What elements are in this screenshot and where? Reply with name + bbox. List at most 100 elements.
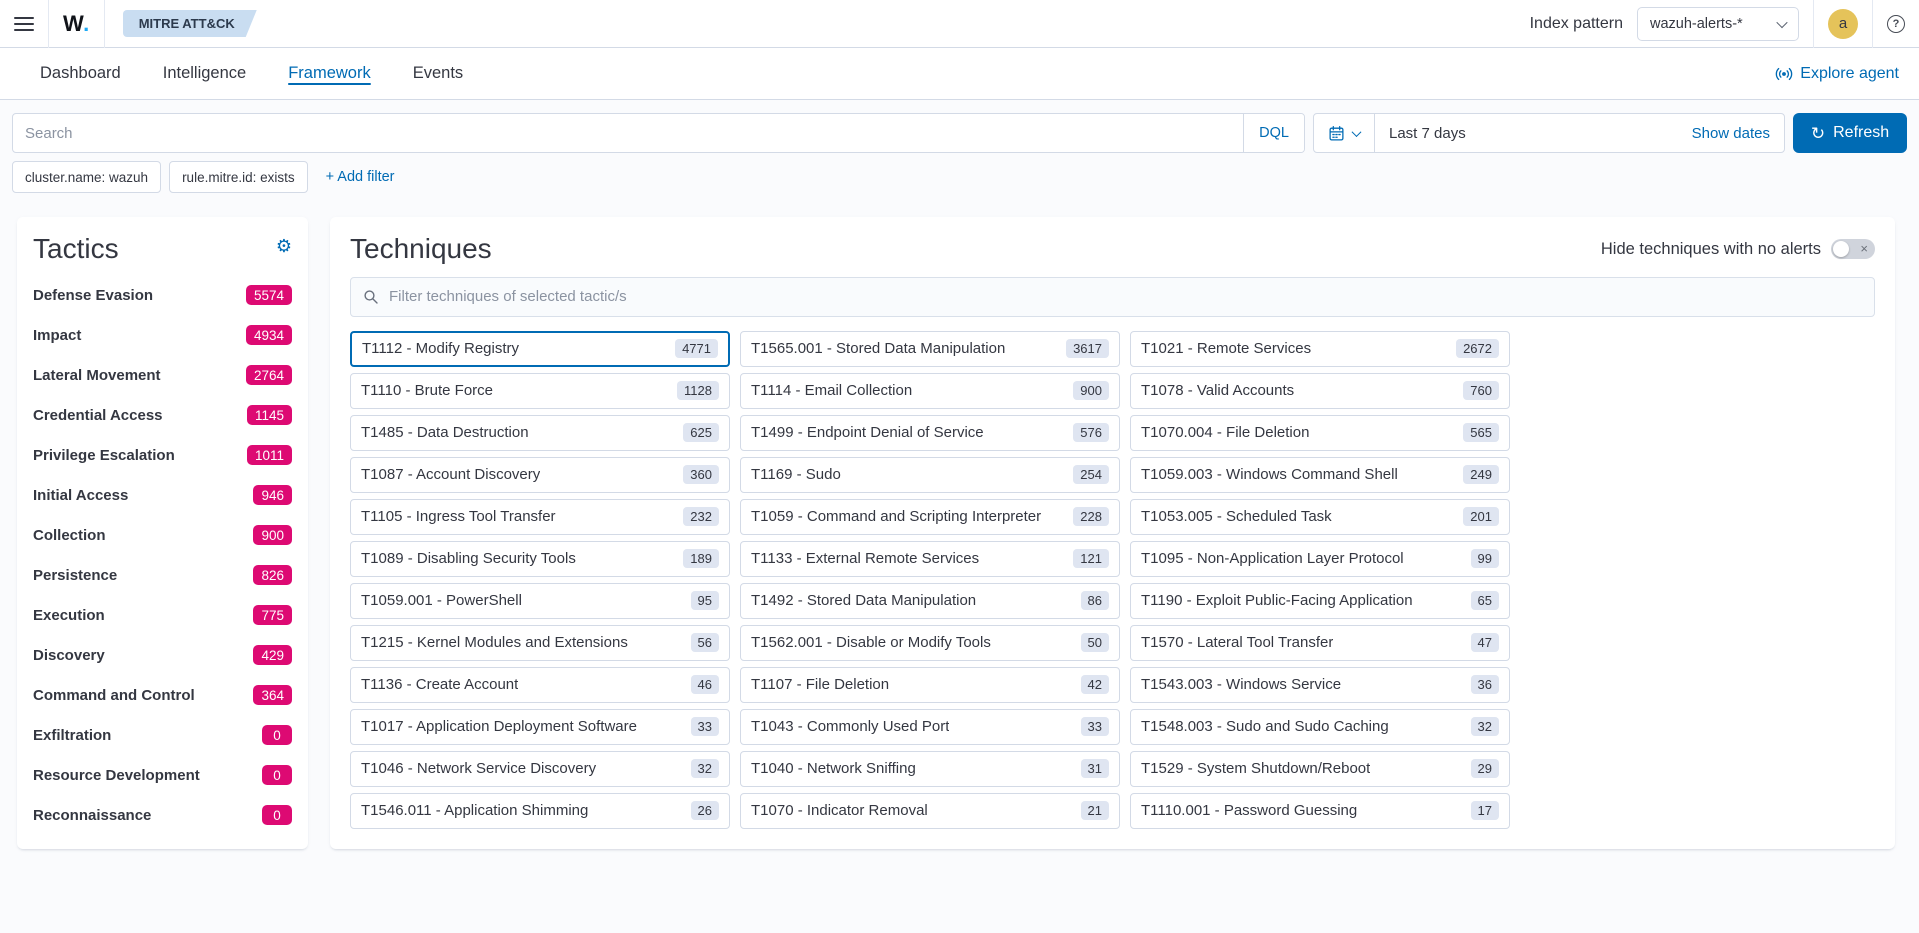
calendar-menu-button[interactable] xyxy=(1314,114,1375,152)
technique-card[interactable]: T1169 - Sudo 254 xyxy=(740,457,1120,493)
menu-icon[interactable] xyxy=(14,17,34,31)
technique-card[interactable]: T1070.004 - File Deletion 565 xyxy=(1130,415,1510,451)
technique-count-badge: 33 xyxy=(691,717,719,736)
filter-pill[interactable]: rule.mitre.id: exists xyxy=(169,161,308,193)
techniques-title: Techniques xyxy=(350,233,492,265)
technique-card[interactable]: T1190 - Exploit Public-Facing Applicatio… xyxy=(1130,583,1510,619)
tactic-item[interactable]: Credential Access 1145 xyxy=(33,395,292,435)
technique-card[interactable]: T1095 - Non-Application Layer Protocol 9… xyxy=(1130,541,1510,577)
technique-card[interactable]: T1021 - Remote Services 2672 xyxy=(1130,331,1510,367)
technique-card[interactable]: T1087 - Account Discovery 360 xyxy=(350,457,730,493)
technique-card[interactable]: T1059.003 - Windows Command Shell 249 xyxy=(1130,457,1510,493)
technique-card[interactable]: T1059.001 - PowerShell 95 xyxy=(350,583,730,619)
tactic-item[interactable]: Initial Access 946 xyxy=(33,475,292,515)
date-picker: Last 7 days Show dates xyxy=(1313,113,1785,153)
divider xyxy=(104,0,105,48)
avatar[interactable]: a xyxy=(1828,9,1858,39)
show-dates-button[interactable]: Show dates xyxy=(1678,125,1784,142)
technique-filter-input[interactable] xyxy=(389,288,1862,305)
technique-card[interactable]: T1215 - Kernel Modules and Extensions 56 xyxy=(350,625,730,661)
tactic-item[interactable]: Persistence 826 xyxy=(33,555,292,595)
tactic-item[interactable]: Impact 4934 xyxy=(33,315,292,355)
tactic-item[interactable]: Command and Control 364 xyxy=(33,675,292,715)
technique-card[interactable]: T1562.001 - Disable or Modify Tools 50 xyxy=(740,625,1120,661)
technique-label: T1529 - System Shutdown/Reboot xyxy=(1141,760,1370,777)
technique-count-badge: 46 xyxy=(691,675,719,694)
chevron-down-icon xyxy=(1776,16,1787,27)
toggle-thumb xyxy=(1833,241,1849,257)
technique-card[interactable]: T1110.001 - Password Guessing 17 xyxy=(1130,793,1510,829)
technique-card[interactable]: T1070 - Indicator Removal 21 xyxy=(740,793,1120,829)
technique-card[interactable]: T1114 - Email Collection 900 xyxy=(740,373,1120,409)
hide-techniques-toggle[interactable]: × xyxy=(1831,239,1875,259)
technique-count-badge: 189 xyxy=(683,549,719,568)
technique-filter-box xyxy=(350,277,1875,317)
tactic-item[interactable]: Resource Development 0 xyxy=(33,755,292,795)
technique-card[interactable]: T1059 - Command and Scripting Interprete… xyxy=(740,499,1120,535)
technique-card[interactable]: T1543.003 - Windows Service 36 xyxy=(1130,667,1510,703)
technique-label: T1059 - Command and Scripting Interprete… xyxy=(751,508,1041,525)
technique-label: T1190 - Exploit Public-Facing Applicatio… xyxy=(1141,592,1413,609)
tab[interactable]: Dashboard xyxy=(40,60,121,87)
technique-card[interactable]: T1105 - Ingress Tool Transfer 232 xyxy=(350,499,730,535)
technique-count-badge: 99 xyxy=(1471,549,1499,568)
technique-label: T1095 - Non-Application Layer Protocol xyxy=(1141,550,1404,567)
technique-card[interactable]: T1570 - Lateral Tool Transfer 47 xyxy=(1130,625,1510,661)
technique-count-badge: 21 xyxy=(1081,801,1109,820)
tactic-item[interactable]: Exfiltration 0 xyxy=(33,715,292,755)
tactic-count-badge: 5574 xyxy=(246,285,292,305)
technique-card[interactable]: T1133 - External Remote Services 121 xyxy=(740,541,1120,577)
technique-card[interactable]: T1078 - Valid Accounts 760 xyxy=(1130,373,1510,409)
tactic-item[interactable]: Privilege Escalation 1011 xyxy=(33,435,292,475)
dql-button[interactable]: DQL xyxy=(1243,114,1304,152)
help-icon[interactable]: ? xyxy=(1887,15,1905,33)
techniques-grid: T1112 - Modify Registry 4771 T1565.001 -… xyxy=(350,331,1875,833)
technique-count-badge: 625 xyxy=(683,423,719,442)
tactic-item[interactable]: Reconnaissance 0 xyxy=(33,795,292,835)
tab[interactable]: Framework xyxy=(288,60,371,87)
technique-card[interactable]: T1110 - Brute Force 1128 xyxy=(350,373,730,409)
tactic-item[interactable]: Defense Evasion 5574 xyxy=(33,275,292,315)
technique-card[interactable]: T1040 - Network Sniffing 31 xyxy=(740,751,1120,787)
wazuh-logo[interactable]: W. xyxy=(63,11,90,37)
technique-card[interactable]: T1136 - Create Account 46 xyxy=(350,667,730,703)
technique-card[interactable]: T1565.001 - Stored Data Manipulation 361… xyxy=(740,331,1120,367)
technique-card[interactable]: T1492 - Stored Data Manipulation 86 xyxy=(740,583,1120,619)
technique-card[interactable]: T1107 - File Deletion 42 xyxy=(740,667,1120,703)
calendar-icon xyxy=(1328,125,1345,142)
search-input[interactable] xyxy=(13,125,1243,142)
main-content: Tactics ⚙ Defense Evasion 5574 Impact 49… xyxy=(0,193,1919,849)
add-filter-button[interactable]: + Add filter xyxy=(326,169,395,185)
technique-card[interactable]: T1548.003 - Sudo and Sudo Caching 32 xyxy=(1130,709,1510,745)
technique-label: T1112 - Modify Registry xyxy=(362,340,519,357)
gear-icon[interactable]: ⚙ xyxy=(276,237,292,255)
technique-card[interactable]: T1046 - Network Service Discovery 32 xyxy=(350,751,730,787)
technique-count-badge: 3617 xyxy=(1066,339,1109,358)
tactic-label: Lateral Movement xyxy=(33,367,161,384)
technique-card[interactable]: T1546.011 - Application Shimming 26 xyxy=(350,793,730,829)
technique-count-badge: 249 xyxy=(1463,465,1499,484)
technique-card[interactable]: T1529 - System Shutdown/Reboot 29 xyxy=(1130,751,1510,787)
technique-card[interactable]: T1499 - Endpoint Denial of Service 576 xyxy=(740,415,1120,451)
tactic-item[interactable]: Collection 900 xyxy=(33,515,292,555)
tab[interactable]: Intelligence xyxy=(163,60,246,87)
technique-card[interactable]: T1017 - Application Deployment Software … xyxy=(350,709,730,745)
tactic-item[interactable]: Execution 775 xyxy=(33,595,292,635)
technique-card[interactable]: T1053.005 - Scheduled Task 201 xyxy=(1130,499,1510,535)
explore-agent-link[interactable]: Explore agent xyxy=(1775,65,1899,83)
divider xyxy=(48,0,49,48)
index-pattern-select[interactable]: wazuh-alerts-* xyxy=(1637,7,1799,41)
technique-label: T1546.011 - Application Shimming xyxy=(361,802,588,819)
tactic-item[interactable]: Lateral Movement 2764 xyxy=(33,355,292,395)
technique-card[interactable]: T1043 - Commonly Used Port 33 xyxy=(740,709,1120,745)
filter-pill[interactable]: cluster.name: wazuh xyxy=(12,161,161,193)
technique-count-badge: 17 xyxy=(1471,801,1499,820)
refresh-button[interactable]: ↻ Refresh xyxy=(1793,113,1907,153)
technique-label: T1078 - Valid Accounts xyxy=(1141,382,1294,399)
technique-card[interactable]: T1089 - Disabling Security Tools 189 xyxy=(350,541,730,577)
technique-card[interactable]: T1485 - Data Destruction 625 xyxy=(350,415,730,451)
tab[interactable]: Events xyxy=(413,60,463,87)
technique-card[interactable]: T1112 - Modify Registry 4771 xyxy=(350,331,730,367)
tactic-item[interactable]: Discovery 429 xyxy=(33,635,292,675)
time-range-value[interactable]: Last 7 days xyxy=(1375,125,1480,142)
